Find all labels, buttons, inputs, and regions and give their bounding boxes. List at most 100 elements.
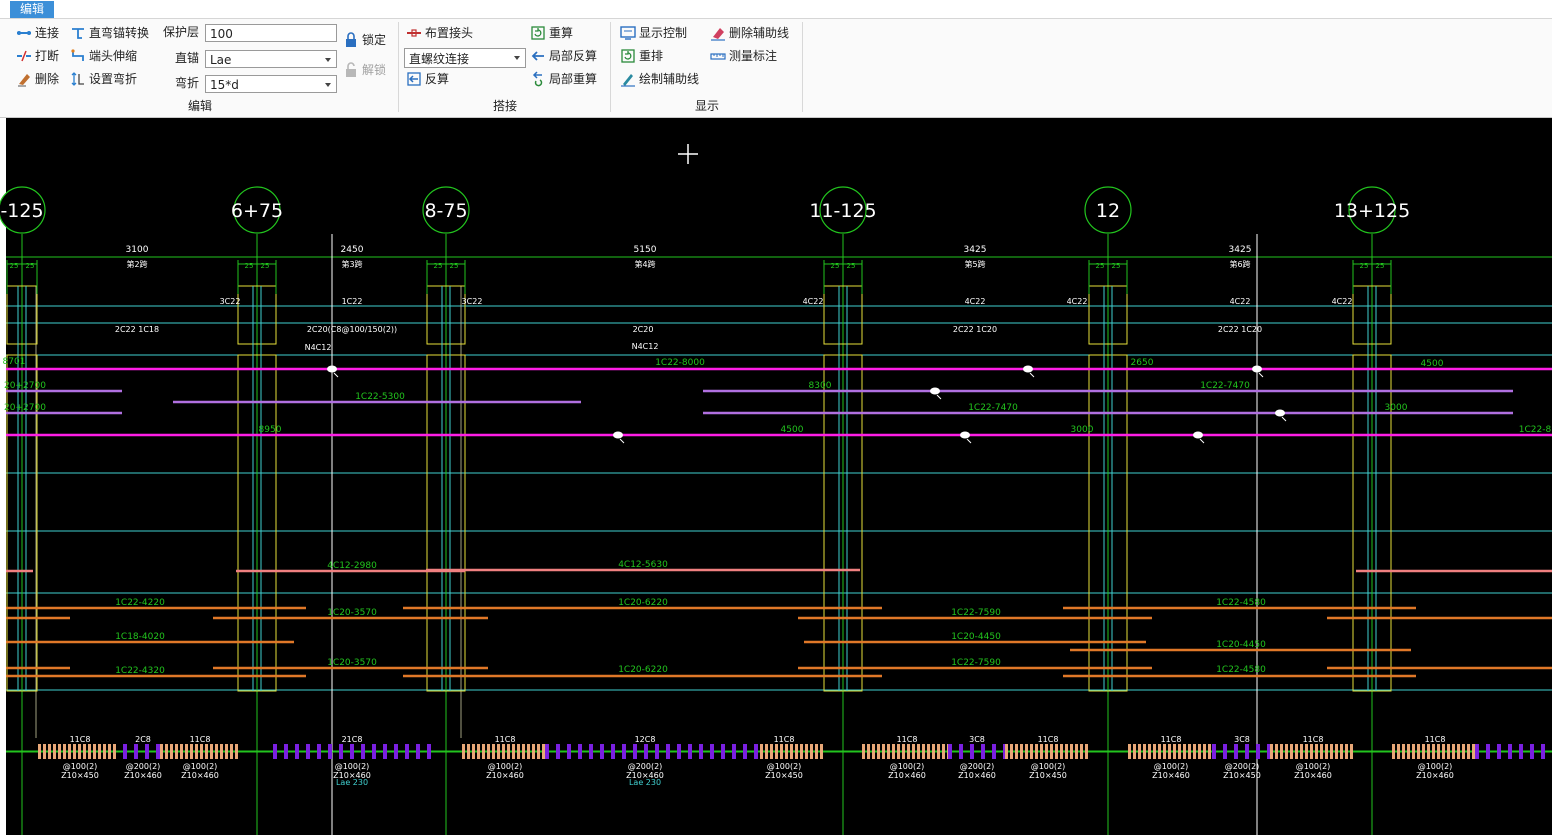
tab-edit[interactable]: 编辑 (10, 1, 54, 18)
bend-select[interactable]: 15*d (205, 75, 337, 93)
stirrup-mark (1325, 744, 1328, 759)
stirrup-mark (1085, 744, 1088, 759)
rebar-label: 4C12-5630 (618, 560, 668, 570)
back-calc-button[interactable]: 反算 (406, 69, 449, 89)
stirrup-mark (108, 744, 111, 759)
column-width-label: 25 (245, 262, 254, 270)
stirrup-mark (1407, 744, 1410, 759)
stirrup-mark (732, 744, 736, 759)
end-extend-button[interactable]: 端头伸缩 (70, 46, 137, 66)
stirrup-mark (948, 744, 952, 759)
measure-button[interactable]: 测量标注 (710, 46, 777, 66)
rebar-label: 3000 (1071, 425, 1094, 435)
break-icon (16, 48, 32, 64)
rebar-label: 1C22-8000 (655, 358, 705, 368)
display-control-button[interactable]: 显示控制 (620, 23, 687, 43)
column-width-label: 25 (1096, 262, 1105, 270)
stirrup-mark (1153, 744, 1156, 759)
stirrup-mark (699, 744, 703, 759)
stirrup-mark (1055, 744, 1058, 759)
rebar-label: 20+2700 (4, 403, 46, 413)
mid-label: 2C22 1C20 (1218, 325, 1262, 334)
stirrup-mark (1462, 744, 1465, 759)
stirrup-mark (145, 744, 149, 759)
back-calc-icon (406, 71, 422, 87)
stirrup-mark (1075, 744, 1078, 759)
joint-marker (960, 431, 970, 439)
unlock-button[interactable]: 解锁 (343, 60, 386, 80)
joint-marker (613, 431, 623, 439)
stirrup-mark (1417, 744, 1420, 759)
stirrup-label: Z10×450 (1223, 771, 1261, 780)
stirrup-mark (497, 744, 500, 759)
break-button[interactable]: 打断 (16, 46, 59, 66)
stirrup-mark (210, 744, 213, 759)
rebar-label: 1C22-7470 (968, 403, 1018, 413)
rearrange-button[interactable]: 重排 (620, 46, 663, 66)
stirrup-mark (113, 744, 116, 759)
straight-hook-convert-button[interactable]: 直弯锚转换 (70, 23, 149, 43)
stirrup-mark (1198, 744, 1201, 759)
column-width-label: 25 (261, 262, 270, 270)
cover-label: 保护层 (163, 25, 200, 39)
stirrup-mark (1397, 744, 1400, 759)
stirrup-mark (98, 744, 101, 759)
stirrup-mark (917, 744, 920, 759)
delete-button[interactable]: 删除 (16, 69, 59, 89)
stirrup-label: 11C8 (1038, 735, 1059, 744)
stirrup-mark (589, 744, 593, 759)
rebar-label: 1C18-4020 (115, 632, 165, 642)
splice-group-label: 搭接 (492, 99, 517, 113)
stirrup-mark (882, 744, 885, 759)
column-width-label: 25 (434, 262, 443, 270)
draw-aux-line-button[interactable]: 绘制辅助线 (620, 69, 699, 89)
stirrup-mark (1193, 744, 1196, 759)
stirrup-mark (785, 744, 788, 759)
stirrup-mark (1212, 744, 1216, 759)
cover-input[interactable]: 100 (205, 24, 337, 42)
recalc-icon (530, 25, 546, 41)
stirrup-mark (805, 744, 808, 759)
local-back-calc-button[interactable]: 局部反算 (530, 46, 597, 66)
stirrup-label: Z10×460 (1416, 771, 1454, 780)
span-length: 5150 (634, 245, 657, 255)
set-bend-icon (70, 71, 86, 87)
stirrup-label: Z10×450 (61, 771, 99, 780)
stirrup-mark (1442, 744, 1445, 759)
stirrup-mark (820, 744, 823, 759)
local-recalc-button[interactable]: 局部重算 (530, 69, 597, 89)
stirrup-mark (527, 744, 530, 759)
stirrup-label: Z10×460 (888, 771, 926, 780)
set-bend-button[interactable]: 设置弯折 (70, 69, 137, 89)
lock-button[interactable]: 锁定 (343, 30, 386, 50)
joint-type-select[interactable]: 直螺纹连接 (404, 48, 526, 68)
stirrup-mark (902, 744, 905, 759)
stirrup-mark (1519, 744, 1523, 759)
stirrup-label: @100(2) (1031, 762, 1066, 771)
stirrup-mark (1402, 744, 1405, 759)
group-separator (802, 22, 803, 112)
unlock-label: 解锁 (362, 63, 387, 77)
stirrup-mark (1060, 744, 1063, 759)
anchor-select[interactable]: Lae (205, 50, 337, 68)
stirrup-mark (1300, 744, 1303, 759)
place-joint-button[interactable]: 布置接头 (406, 23, 473, 43)
delete-aux-line-button[interactable]: 删除辅助线 (710, 23, 789, 43)
stirrup-mark (1290, 744, 1293, 759)
stirrup-mark (328, 744, 332, 759)
drawing-canvas[interactable]: -125 6+75 8-75 11-125 12 13+125 25 25 25 25 25 25 2… (0, 118, 1552, 835)
rebar-drawing[interactable]: -125 6+75 8-75 11-125 12 13+125 25 25 25 25 25 25 2… (0, 118, 1552, 835)
stirrup-label: Z10×450 (1029, 771, 1067, 780)
connect-button[interactable]: 连接 (16, 23, 59, 43)
stirrup-mark (1427, 744, 1430, 759)
stirrup-mark (862, 744, 865, 759)
support-label: 3C22 (462, 297, 483, 306)
stirrup-mark (887, 744, 890, 759)
rebar-label: 2650 (1131, 358, 1154, 368)
recalc-button[interactable]: 重算 (530, 23, 573, 43)
stirrup-mark (790, 744, 793, 759)
stirrup-mark (532, 744, 535, 759)
support-label: 4C22 (803, 297, 824, 306)
support-label: 1C22 (342, 297, 363, 306)
stirrup-mark (48, 744, 51, 759)
